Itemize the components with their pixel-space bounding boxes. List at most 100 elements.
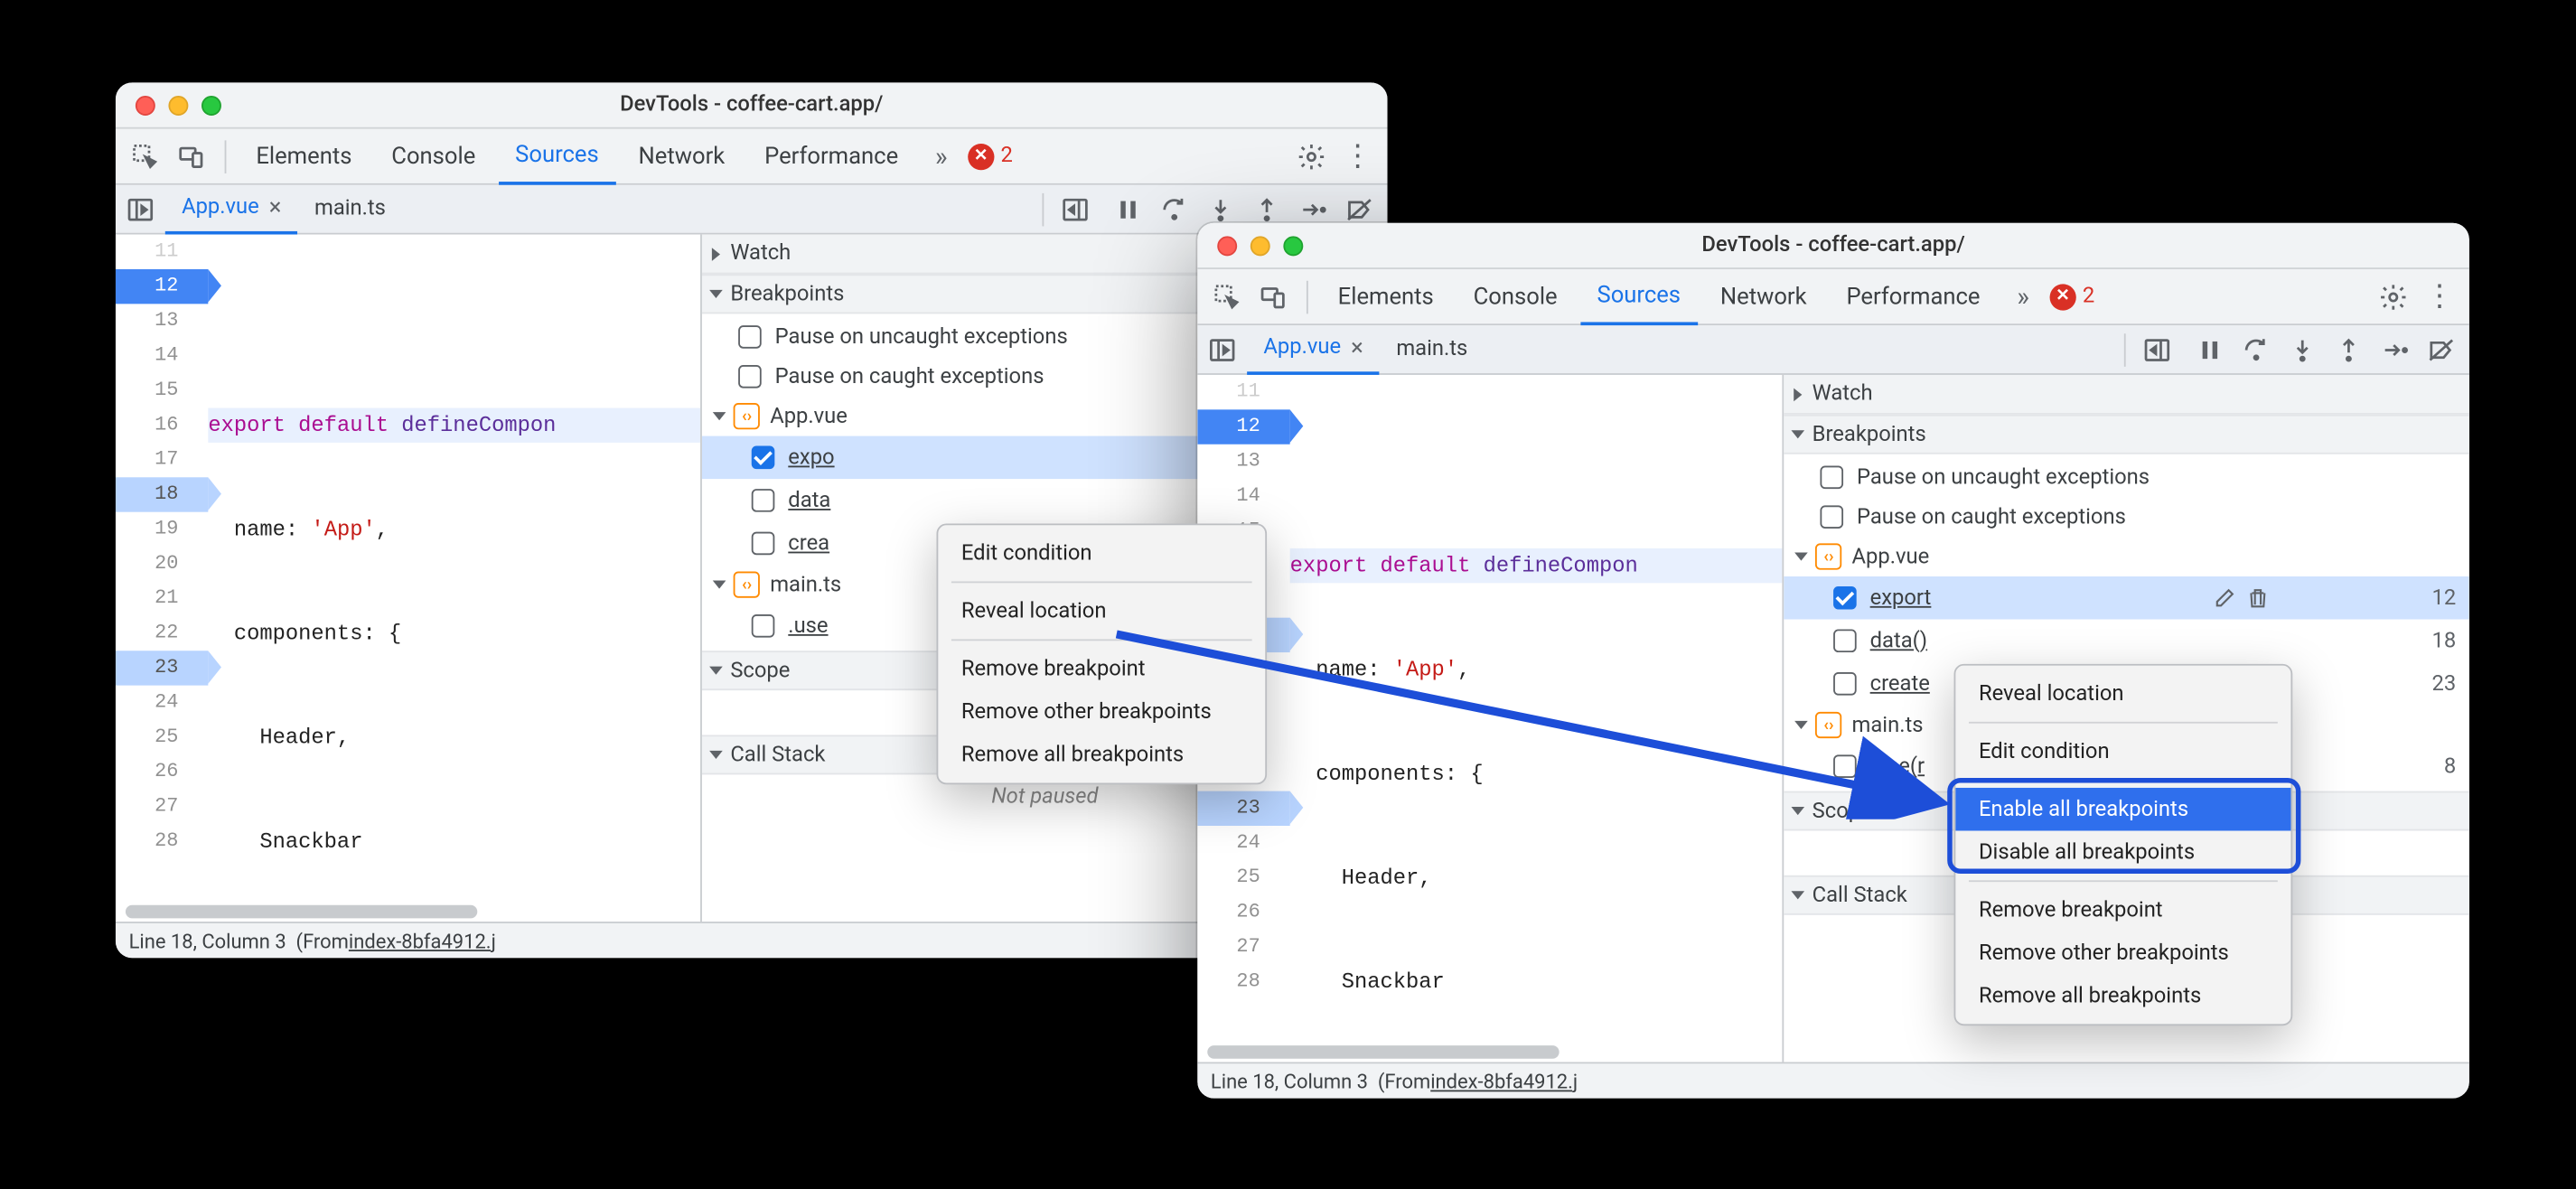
line-number[interactable]: 26 xyxy=(1197,895,1289,930)
more-panels-icon[interactable]: » xyxy=(2003,276,2043,316)
step-over-icon[interactable] xyxy=(2242,334,2272,364)
step-into-icon[interactable] xyxy=(2288,334,2318,364)
step-into-icon[interactable] xyxy=(1205,194,1235,224)
checkbox-icon[interactable] xyxy=(1833,672,1857,696)
menu-item-edit-condition[interactable]: Edit condition xyxy=(1955,730,2290,773)
checkbox-icon[interactable] xyxy=(752,446,775,470)
line-number[interactable]: 28 xyxy=(1197,965,1289,999)
checkbox-icon[interactable] xyxy=(752,489,775,512)
tab-elements[interactable]: Elements xyxy=(239,128,369,184)
inspect-icon[interactable] xyxy=(126,136,165,176)
tab-console[interactable]: Console xyxy=(1457,268,1574,324)
debugger-toggle-icon[interactable] xyxy=(1051,194,1101,224)
menu-item-enable-all-breakpoints[interactable]: Enable all breakpoints xyxy=(1955,788,2290,831)
section-watch[interactable]: Watch xyxy=(1784,375,2469,415)
pause-caught-checkbox[interactable]: Pause on caught exceptions xyxy=(1784,497,2469,537)
breakpoint-group[interactable]: ‹› App.vue xyxy=(1784,537,2469,576)
menu-item-remove-breakpoint[interactable]: Remove breakpoint xyxy=(1955,888,2290,932)
code-editor[interactable]: 11 12 13 14 15 16 17 18 19 20 21 22 23 2… xyxy=(1197,375,1782,1062)
line-number[interactable]: 24 xyxy=(116,686,208,720)
settings-icon[interactable] xyxy=(1291,136,1331,176)
deactivate-breakpoints-icon[interactable] xyxy=(2426,334,2456,364)
checkbox-icon[interactable] xyxy=(752,614,775,638)
step-over-icon[interactable] xyxy=(1159,194,1189,224)
step-icon[interactable] xyxy=(1298,194,1328,224)
menu-item-remove-breakpoint[interactable]: Remove breakpoint xyxy=(938,648,1265,691)
close-icon[interactable]: × xyxy=(269,194,282,220)
line-number[interactable]: 17 xyxy=(116,443,208,477)
edit-icon[interactable] xyxy=(2214,586,2237,610)
line-number[interactable]: 25 xyxy=(116,720,208,754)
line-number-breakpoint[interactable]: 12 xyxy=(116,269,208,304)
step-out-icon[interactable] xyxy=(2334,334,2364,364)
line-number[interactable]: 21 xyxy=(116,581,208,615)
tab-sources[interactable]: Sources xyxy=(499,128,615,184)
horizontal-scrollbar[interactable] xyxy=(1197,1042,1782,1062)
line-number[interactable]: 14 xyxy=(1197,479,1289,513)
horizontal-scrollbar[interactable] xyxy=(116,902,700,922)
line-number[interactable]: 11 xyxy=(116,235,208,269)
tab-performance[interactable]: Performance xyxy=(748,128,915,184)
menu-item-edit-condition[interactable]: Edit condition xyxy=(938,532,1265,576)
sourcemap-link[interactable]: index-8bfa4912.j xyxy=(349,929,496,952)
tab-network[interactable]: Network xyxy=(622,128,741,184)
line-number[interactable]: 25 xyxy=(1197,860,1289,894)
step-out-icon[interactable] xyxy=(1252,194,1282,224)
section-breakpoints[interactable]: Breakpoints xyxy=(1784,415,2469,454)
error-badge[interactable]: ✕ 2 xyxy=(2049,284,2094,310)
delete-icon[interactable] xyxy=(2246,586,2270,610)
line-number[interactable]: 11 xyxy=(1197,375,1289,409)
kebab-menu-icon[interactable]: ⋮ xyxy=(1338,136,1378,176)
line-number[interactable]: 15 xyxy=(116,373,208,407)
line-number[interactable]: 19 xyxy=(116,512,208,547)
pause-icon[interactable] xyxy=(1113,194,1143,224)
pause-uncaught-checkbox[interactable]: Pause on uncaught exceptions xyxy=(1784,457,2469,497)
error-badge[interactable]: ✕ 2 xyxy=(968,143,1013,169)
line-number-breakpoint[interactable]: 23 xyxy=(116,651,208,685)
deactivate-breakpoints-icon[interactable] xyxy=(1344,194,1374,224)
line-number[interactable]: 27 xyxy=(116,790,208,824)
step-icon[interactable] xyxy=(2380,334,2410,364)
line-number[interactable]: 22 xyxy=(116,616,208,651)
line-number[interactable]: 27 xyxy=(1197,930,1289,964)
debugger-toggle-icon[interactable] xyxy=(2132,334,2182,364)
line-number-breakpoint[interactable]: 12 xyxy=(1197,409,1289,444)
line-number[interactable]: 16 xyxy=(116,408,208,443)
menu-item-reveal-location[interactable]: Reveal location xyxy=(938,590,1265,633)
line-number-breakpoint[interactable]: 23 xyxy=(1197,791,1289,826)
menu-item-remove-all-breakpoints[interactable]: Remove all breakpoints xyxy=(938,734,1265,777)
menu-item-disable-all-breakpoints[interactable]: Disable all breakpoints xyxy=(1955,830,2290,874)
checkbox-icon[interactable] xyxy=(1833,754,1857,778)
settings-icon[interactable] xyxy=(2374,276,2413,316)
tab-performance[interactable]: Performance xyxy=(1830,268,1997,324)
titlebar[interactable]: DevTools - coffee-cart.app/ xyxy=(116,82,1388,128)
titlebar[interactable]: DevTools - coffee-cart.app/ xyxy=(1197,223,2469,269)
tab-console[interactable]: Console xyxy=(375,128,492,184)
device-toggle-icon[interactable] xyxy=(1253,276,1293,316)
line-number[interactable]: 13 xyxy=(116,304,208,338)
tab-network[interactable]: Network xyxy=(1704,268,1823,324)
tab-elements[interactable]: Elements xyxy=(1321,268,1450,324)
line-number[interactable]: 20 xyxy=(116,547,208,581)
file-tab-main-ts[interactable]: main.ts xyxy=(298,184,403,234)
breakpoint-item[interactable]: export 12 xyxy=(1784,576,2469,620)
navigator-toggle-icon[interactable] xyxy=(1207,334,1237,364)
checkbox-icon[interactable] xyxy=(1833,629,1857,652)
line-number[interactable]: 26 xyxy=(116,754,208,789)
inspect-icon[interactable] xyxy=(1207,276,1247,316)
line-number[interactable]: 14 xyxy=(116,339,208,373)
code-editor[interactable]: 11 12 13 14 15 16 17 18 19 20 21 22 23 2… xyxy=(116,235,700,922)
checkbox-icon[interactable] xyxy=(752,532,775,556)
pause-icon[interactable] xyxy=(2195,334,2225,364)
file-tab-main-ts[interactable]: main.ts xyxy=(1380,324,1485,374)
file-tab-app-vue[interactable]: App.vue × xyxy=(1247,324,1380,374)
checkbox-icon[interactable] xyxy=(1833,586,1857,610)
line-number-breakpoint[interactable]: 18 xyxy=(116,477,208,511)
kebab-menu-icon[interactable]: ⋮ xyxy=(2420,276,2459,316)
navigator-toggle-icon[interactable] xyxy=(126,194,155,224)
menu-item-remove-other-breakpoints[interactable]: Remove other breakpoints xyxy=(938,690,1265,734)
sourcemap-link[interactable]: index-8bfa4912.j xyxy=(1430,1070,1578,1093)
breakpoint-item[interactable]: data() 18 xyxy=(1784,620,2469,663)
file-tab-app-vue[interactable]: App.vue × xyxy=(165,184,298,234)
device-toggle-icon[interactable] xyxy=(172,136,211,176)
